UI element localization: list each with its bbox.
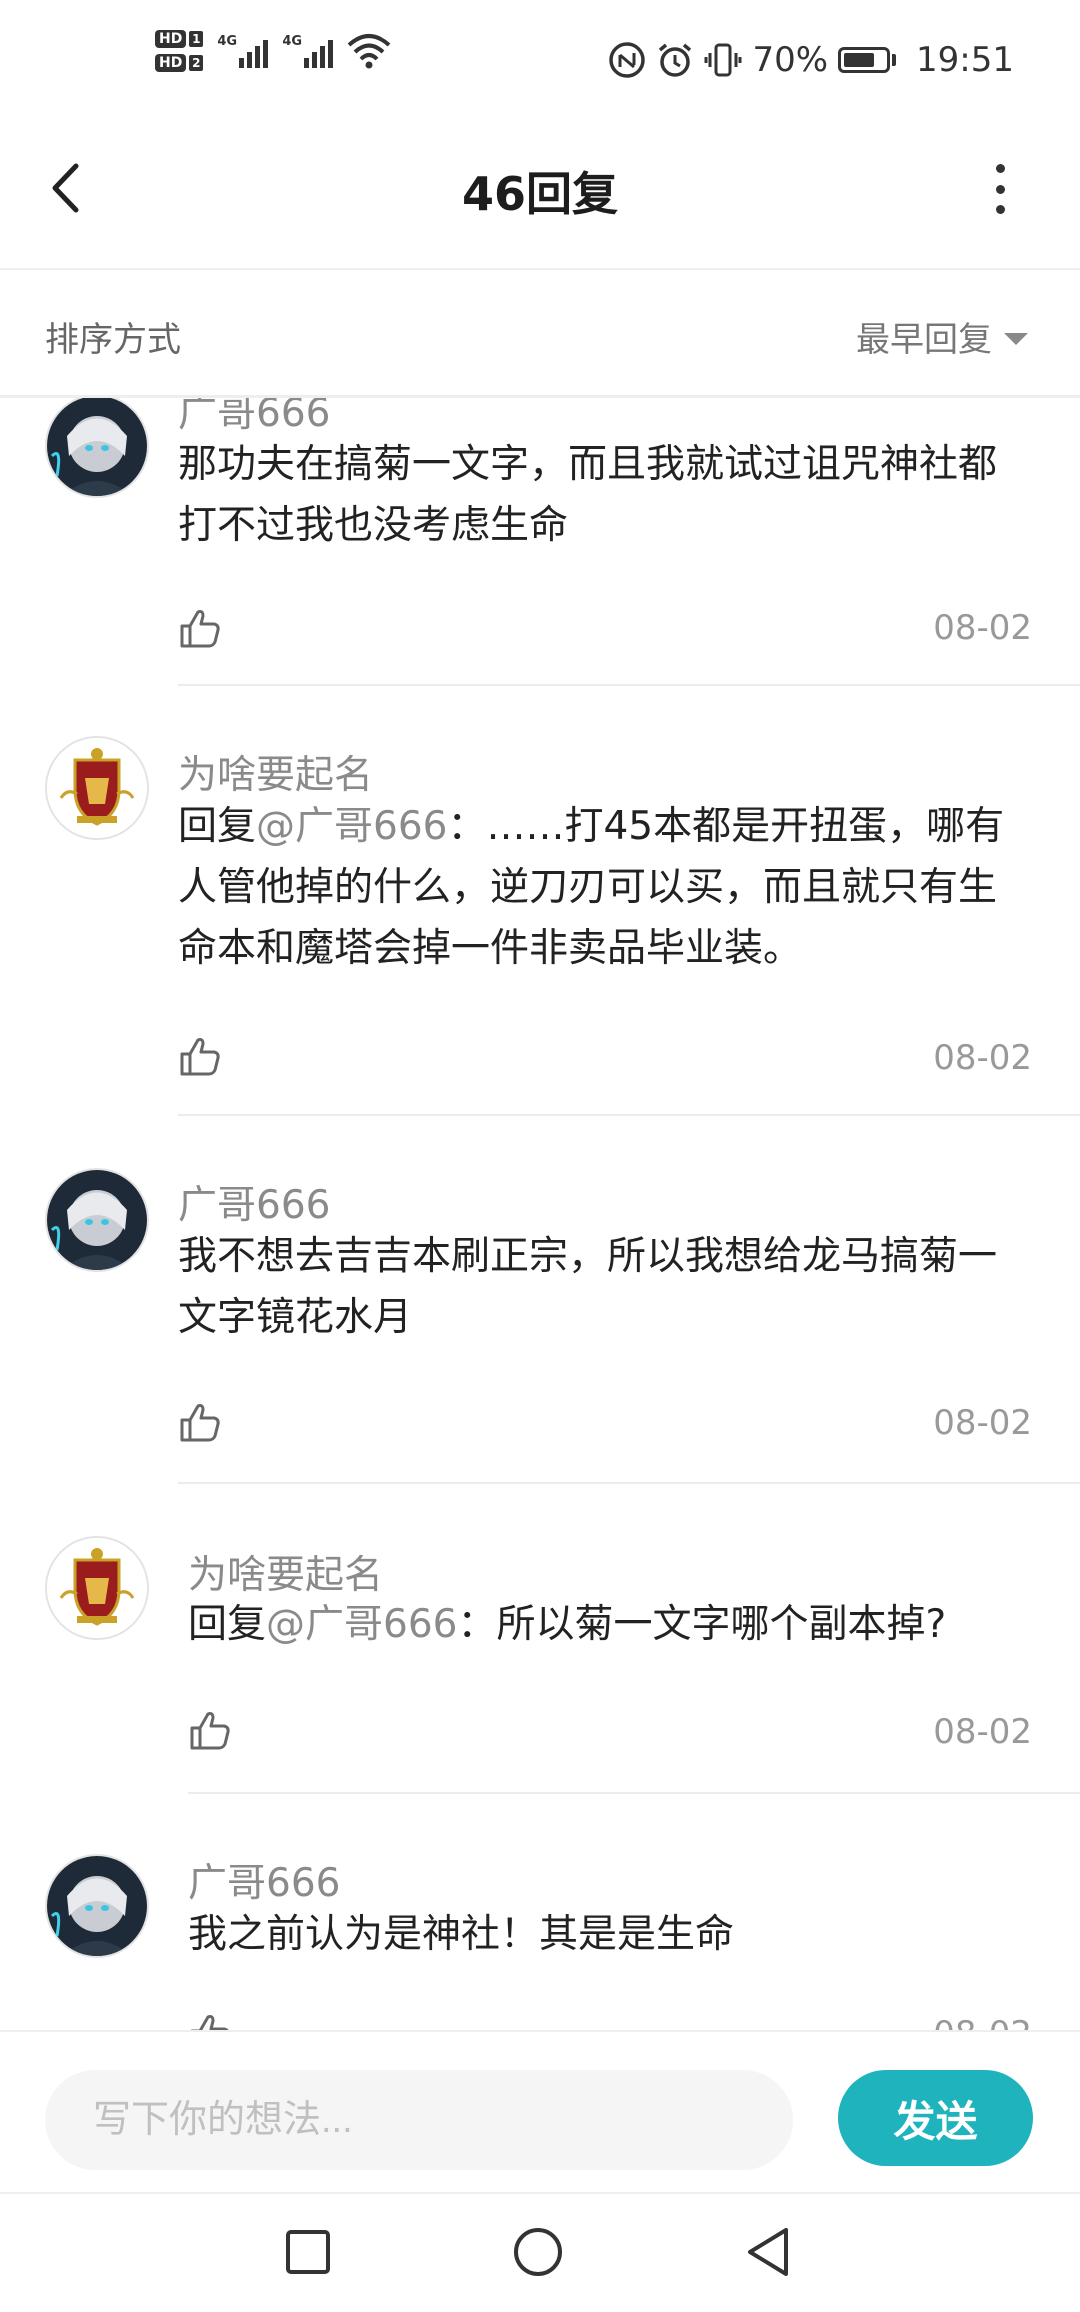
comment-date: 08-02 (933, 2014, 1032, 2030)
avatar[interactable] (45, 1168, 149, 1272)
mention-link[interactable]: @广哥666 (266, 1602, 457, 1647)
nfc-icon (609, 42, 646, 78)
send-button[interactable]: 发送 (838, 2070, 1033, 2166)
comment-divider (178, 1114, 1080, 1116)
hd1-indicator: HD 1 (155, 30, 204, 48)
hd-indicators: HD 1 HD 2 (155, 30, 204, 72)
status-bar: HD 1 HD 2 4G 4G 70% 19:51 (0, 0, 1080, 120)
avatar[interactable] (45, 398, 149, 498)
page-title: 46回复 (461, 167, 618, 221)
alarm-icon (659, 43, 692, 77)
hd2-label: HD (155, 54, 187, 72)
signal2-label: 4G (282, 34, 303, 49)
title-bar: 46回复 (0, 120, 1080, 270)
sort-dropdown[interactable]: 最早回复 (856, 312, 1028, 361)
comment-input[interactable] (45, 2070, 793, 2170)
sort-bar: 排序方式 最早回复 (0, 270, 1080, 398)
anime-character-avatar-icon (47, 1856, 147, 1956)
avatar[interactable] (45, 1536, 149, 1640)
comment-item: 为啥要起名 回复@广哥666：所以菊一文字哪个副本掉? 08-02 (0, 1486, 1080, 1796)
reply-body: ：所以菊一文字哪个副本掉? (457, 1602, 947, 1647)
signal1-label: 4G (217, 34, 238, 49)
comment-item: 为啥要起名 回复@广哥666：……打45本都是开扭蛋，哪有人管他掉的什么，逆刀刃… (0, 688, 1080, 1118)
comment-divider (178, 1482, 1080, 1484)
vibrate-icon (704, 43, 742, 77)
comment-divider (188, 1792, 1080, 1794)
comment-username[interactable]: 为啥要起名 (188, 1544, 383, 1600)
sort-label: 排序方式 (45, 320, 181, 360)
anime-character-avatar-icon (47, 398, 147, 496)
status-right: 70% 19:51 (608, 40, 1014, 80)
like-icon[interactable] (178, 1400, 222, 1444)
mention-link[interactable]: @广哥666 (256, 804, 447, 849)
battery-percent: 70% (752, 40, 829, 80)
like-icon[interactable] (178, 606, 222, 650)
comment-text: 我不想去吉吉本刷正宗，所以我想给龙马搞菊一文字镜花水月 (178, 1234, 998, 1340)
comment-username[interactable]: 广哥666 (188, 1852, 340, 1908)
comment-list[interactable]: 广哥666 那功夫在搞菊一文字，而且我就试过诅咒神社都打不过我也没考虑生命 08… (0, 398, 1080, 2030)
comment-text: 回复@广哥666：所以菊一文字哪个副本掉? (188, 1594, 1033, 1655)
more-vertical-icon (995, 164, 1005, 173)
like-icon[interactable] (188, 2011, 232, 2030)
comment-item: 广哥666 我之前认为是神社！其是是生命 08-02 (0, 1796, 1080, 2030)
recents-button[interactable] (280, 2224, 336, 2280)
comment-item: 广哥666 那功夫在搞菊一文字，而且我就试过诅咒神社都打不过我也没考虑生命 08… (0, 398, 1080, 688)
like-icon[interactable] (188, 1708, 232, 1752)
battery-icon (838, 47, 897, 73)
reply-prefix: 回复 (188, 1602, 267, 1647)
comment-input-bar: 发送 (0, 2030, 1080, 2194)
comment-username[interactable]: 广哥666 (178, 398, 330, 438)
comment-text: 那功夫在搞菊一文字，而且我就试过诅咒神社都打不过我也没考虑生命 (178, 442, 998, 548)
square-icon (286, 2230, 330, 2274)
avatar[interactable] (45, 1854, 149, 1958)
signal2-icon: 4G (282, 34, 334, 68)
anime-character-avatar-icon (47, 1170, 147, 1270)
triangle-back-icon (748, 2228, 788, 2276)
like-icon[interactable] (178, 1034, 222, 1078)
reply-prefix: 回复 (178, 804, 257, 849)
crest-emblem-avatar-icon (47, 738, 147, 838)
wifi-icon (348, 34, 391, 69)
home-button[interactable] (510, 2224, 566, 2280)
comment-date: 08-02 (933, 608, 1032, 648)
hd2-indicator: HD 2 (155, 54, 204, 72)
hd1-num: 1 (189, 31, 204, 47)
comment-text: 我之前认为是神社！其是是生命 (188, 1912, 735, 1957)
circle-icon (514, 2228, 562, 2276)
avatar[interactable] (45, 736, 149, 840)
signal1-icon: 4G (217, 34, 269, 68)
comment-username[interactable]: 广哥666 (178, 1174, 330, 1230)
status-left: HD 1 HD 2 4G 4G (155, 30, 391, 72)
more-options-button[interactable] (990, 164, 1010, 214)
comment-item: 广哥666 我不想去吉吉本刷正宗，所以我想给龙马搞菊一文字镜花水月 08-02 (0, 1118, 1080, 1486)
sort-selected-value: 最早回复 (856, 320, 992, 360)
comment-text: 回复@广哥666：……打45本都是开扭蛋，哪有人管他掉的什么，逆刀刃可以买，而且… (178, 796, 1023, 979)
crest-emblem-avatar-icon (47, 1538, 147, 1638)
hd1-label: HD (155, 30, 187, 48)
back-nav-button[interactable] (740, 2224, 796, 2280)
comment-date: 08-02 (933, 1038, 1032, 1078)
dropdown-triangle-icon (1004, 332, 1028, 345)
comment-username[interactable]: 为啥要起名 (178, 744, 373, 800)
comment-divider (178, 684, 1080, 686)
system-nav-bar (0, 2192, 1080, 2312)
comment-date: 08-02 (933, 1403, 1032, 1443)
clock-time: 19:51 (916, 40, 1014, 80)
hd2-num: 2 (189, 55, 204, 71)
comment-date: 08-02 (933, 1712, 1032, 1752)
